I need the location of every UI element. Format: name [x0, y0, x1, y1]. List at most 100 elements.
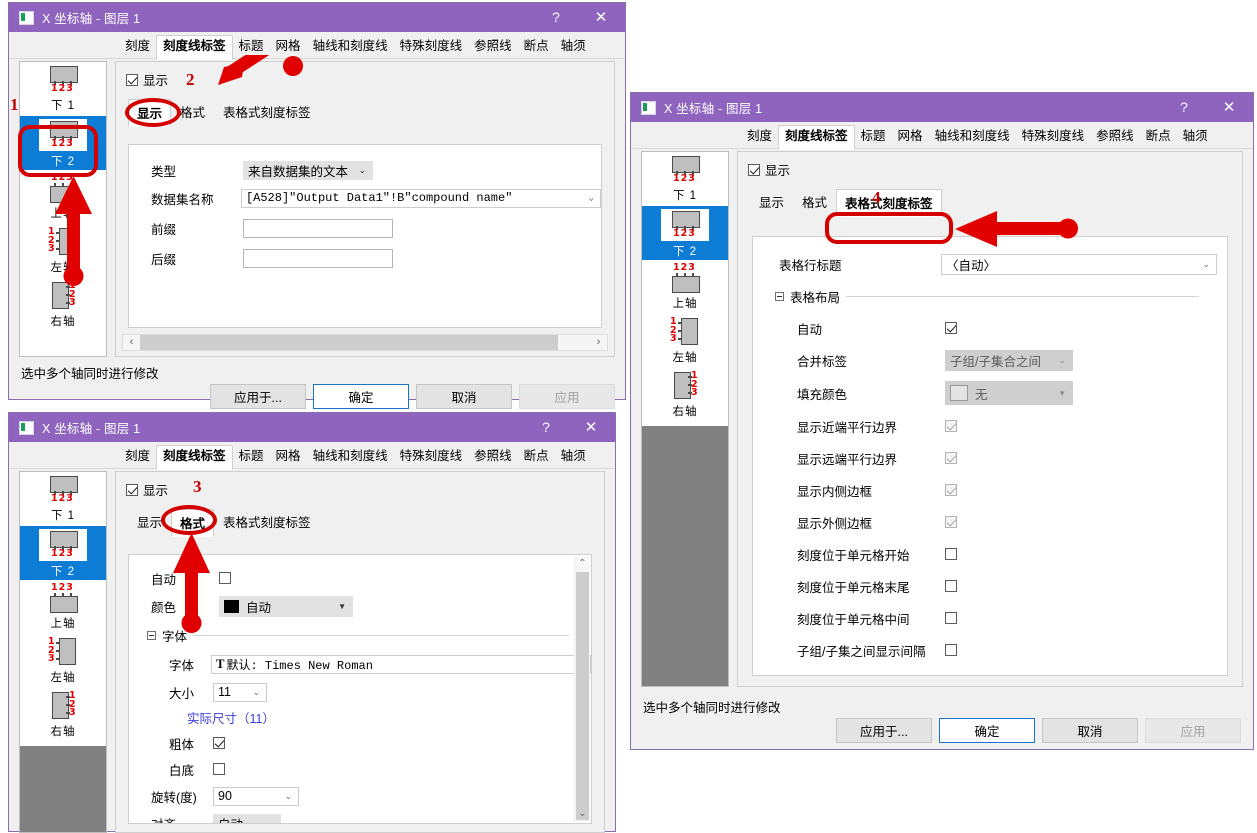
close-button[interactable]: ✕	[1205, 93, 1253, 122]
axis-item-bottom-1[interactable]: 123 下 1	[20, 62, 106, 116]
tab-strip[interactable]: 刻度 刻度线标签 标题 网格 轴线和刻度线 特殊刻度线 参照线 断点 轴须	[9, 32, 625, 60]
axis-list[interactable]: 123 下 1 123 下 2 123 上轴 1 2 3 左轴 1 2 3 右轴	[19, 471, 107, 833]
size-combo[interactable]: 11 ⌄	[213, 682, 267, 702]
table-row[interactable]: 刻度位于单元格末尾	[797, 570, 1227, 602]
axis-item-left[interactable]: 123 左轴	[20, 634, 106, 688]
help-button[interactable]: ?	[525, 413, 567, 442]
tab-tick-labels[interactable]: 刻度线标签	[778, 125, 855, 150]
rotate-combo[interactable]: 90 ⌄	[213, 786, 299, 806]
tab-whiskers[interactable]: 轴须	[555, 35, 592, 59]
apply-to-button[interactable]: 应用于...	[836, 718, 932, 743]
tick-at-cell-end-checkbox[interactable]	[945, 580, 957, 592]
axis-dialog-2[interactable]: X 坐标轴 - 图层 1 ? ✕ 刻度 刻度线标签 标题 网格 轴线和刻度线 特…	[630, 92, 1254, 750]
close-button[interactable]: ✕	[577, 3, 625, 32]
tab-scale[interactable]: 刻度	[119, 35, 156, 59]
bold-checkbox[interactable]	[213, 737, 225, 749]
table-row[interactable]: 显示远端平行边界	[797, 442, 1227, 474]
axis-item-top[interactable]: 123 上轴	[642, 260, 728, 314]
tab-axis-line-ticks[interactable]: 轴线和刻度线	[307, 35, 394, 59]
tab-breaks[interactable]: 断点	[518, 445, 555, 469]
color-combo[interactable]: 自动 ▼	[219, 595, 353, 617]
scroll-thumb[interactable]	[576, 572, 589, 820]
show-checkbox[interactable]	[126, 73, 138, 86]
tab-scale[interactable]: 刻度	[741, 125, 778, 149]
axis-item-bottom-1[interactable]: 123 下 1	[20, 472, 106, 526]
tab-scale[interactable]: 刻度	[119, 445, 156, 469]
help-button[interactable]: ?	[535, 3, 577, 32]
show-gap-between-groups-checkbox[interactable]	[945, 644, 957, 656]
suffix-input[interactable]	[243, 248, 393, 268]
help-button[interactable]: ?	[1163, 93, 1205, 122]
font-combo[interactable]: T 默认: Times New Roman ⌄	[211, 654, 591, 674]
close-button[interactable]: ✕	[567, 413, 615, 442]
tab-reference-lines[interactable]: 参照线	[468, 35, 518, 59]
cancel-button[interactable]: 取消	[1042, 718, 1138, 743]
axis-list[interactable]: 123 下 1 123 下 2 123 上轴 1 2 3 左轴 1 2 3 右轴	[19, 61, 107, 357]
axis-dialog-1[interactable]: X 坐标轴 - 图层 1 ? ✕ 刻度 刻度线标签 标题 网格 轴线和刻度线 特…	[8, 2, 626, 409]
show-checkbox[interactable]	[126, 483, 138, 496]
horizontal-scrollbar[interactable]: ‹ ›	[122, 334, 608, 351]
scroll-up-arrow[interactable]: ⌃	[575, 556, 590, 572]
tab-reference-lines[interactable]: 参照线	[1090, 125, 1140, 149]
type-combo[interactable]: 来自数据集的文本 ⌄	[243, 160, 373, 180]
table-row[interactable]: 自动	[797, 312, 1227, 344]
tick-at-cell-start-checkbox[interactable]	[945, 548, 957, 560]
apply-to-button[interactable]: 应用于...	[210, 384, 306, 409]
tab-reference-lines[interactable]: 参照线	[468, 445, 518, 469]
axis-item-top[interactable]: 123 上轴	[20, 170, 106, 224]
axis-list[interactable]: 123 下 1 123 下 2 123 上轴 1 2 3 左轴 1 2 3 右轴	[641, 151, 729, 687]
show-checkbox-row[interactable]: 显示	[116, 62, 614, 89]
table-row[interactable]: 显示内侧边框	[797, 474, 1227, 506]
show-checkbox-row[interactable]: 显示	[738, 152, 1242, 179]
scroll-down-arrow[interactable]: ⌄	[575, 806, 590, 822]
tab-special-ticks[interactable]: 特殊刻度线	[1016, 125, 1091, 149]
table-row-title-combo[interactable]: 〈自动〉 ⌄	[941, 253, 1217, 275]
sub-tab-table-labels[interactable]: 表格式刻度标签	[214, 508, 320, 536]
tab-strip[interactable]: 刻度 刻度线标签 标题 网格 轴线和刻度线 特殊刻度线 参照线 断点 轴须	[631, 122, 1253, 150]
scroll-left-arrow[interactable]: ‹	[123, 335, 140, 350]
tick-at-cell-middle-checkbox[interactable]	[945, 612, 957, 624]
axis-item-left[interactable]: 123 左轴	[20, 224, 106, 278]
show-checkbox-row[interactable]: 显示	[116, 472, 604, 499]
sub-tab-strip[interactable]: 显示 格式 表格式刻度标签	[128, 98, 614, 127]
tab-grid[interactable]: 网格	[270, 445, 307, 469]
tab-grid[interactable]: 网格	[270, 35, 307, 59]
tab-title[interactable]: 标题	[855, 125, 892, 149]
axis-dialog-3[interactable]: X 坐标轴 - 图层 1 ? ✕ 刻度 刻度线标签 标题 网格 轴线和刻度线 特…	[8, 412, 616, 833]
ok-button[interactable]: 确定	[939, 718, 1035, 743]
scroll-right-arrow[interactable]: ›	[590, 335, 607, 350]
axis-item-bottom-2[interactable]: 123 下 2	[642, 206, 728, 260]
ok-button[interactable]: 确定	[313, 384, 409, 409]
table-row[interactable]: 刻度位于单元格开始	[797, 538, 1227, 570]
sub-tab-table-labels[interactable]: 表格式刻度标签	[214, 98, 320, 126]
table-row[interactable]: 合并标签 子组/子集合之间 ⌄	[797, 344, 1227, 376]
table-row[interactable]: 填充颜色 无 ▼	[797, 376, 1227, 410]
tab-special-ticks[interactable]: 特殊刻度线	[394, 35, 469, 59]
show-checkbox[interactable]	[748, 163, 760, 176]
axis-item-top[interactable]: 123 上轴	[20, 580, 106, 634]
tab-whiskers[interactable]: 轴须	[1177, 125, 1214, 149]
tab-breaks[interactable]: 断点	[518, 35, 555, 59]
axis-item-left[interactable]: 123 左轴	[642, 314, 728, 368]
table-row[interactable]: 显示近端平行边界	[797, 410, 1227, 442]
tab-special-ticks[interactable]: 特殊刻度线	[394, 445, 469, 469]
tab-axis-line-ticks[interactable]: 轴线和刻度线	[307, 445, 394, 469]
axis-item-bottom-2[interactable]: 123 下 2	[20, 526, 106, 580]
tab-axis-line-ticks[interactable]: 轴线和刻度线	[929, 125, 1016, 149]
sub-tab-format[interactable]: 格式	[793, 188, 836, 216]
axis-item-right[interactable]: 123 右轴	[642, 368, 728, 422]
collapse-toggle-icon[interactable]	[147, 631, 156, 640]
tab-tick-labels[interactable]: 刻度线标签	[156, 445, 233, 470]
collapse-toggle-icon[interactable]	[775, 292, 784, 301]
tab-whiskers[interactable]: 轴须	[555, 445, 592, 469]
axis-item-bottom-1[interactable]: 123 下 1	[642, 152, 728, 206]
align-combo[interactable]: 自动 ⌄	[213, 813, 281, 823]
cancel-button[interactable]: 取消	[416, 384, 512, 409]
sub-tab-display[interactable]: 显示	[750, 188, 793, 216]
scroll-thumb[interactable]	[140, 335, 558, 350]
tab-title[interactable]: 标题	[233, 35, 270, 59]
auto-checkbox[interactable]	[219, 572, 231, 584]
sub-tab-strip[interactable]: 显示 格式 表格式刻度标签	[750, 188, 1242, 217]
prefix-input[interactable]	[243, 218, 393, 238]
white-bg-checkbox[interactable]	[213, 763, 225, 775]
